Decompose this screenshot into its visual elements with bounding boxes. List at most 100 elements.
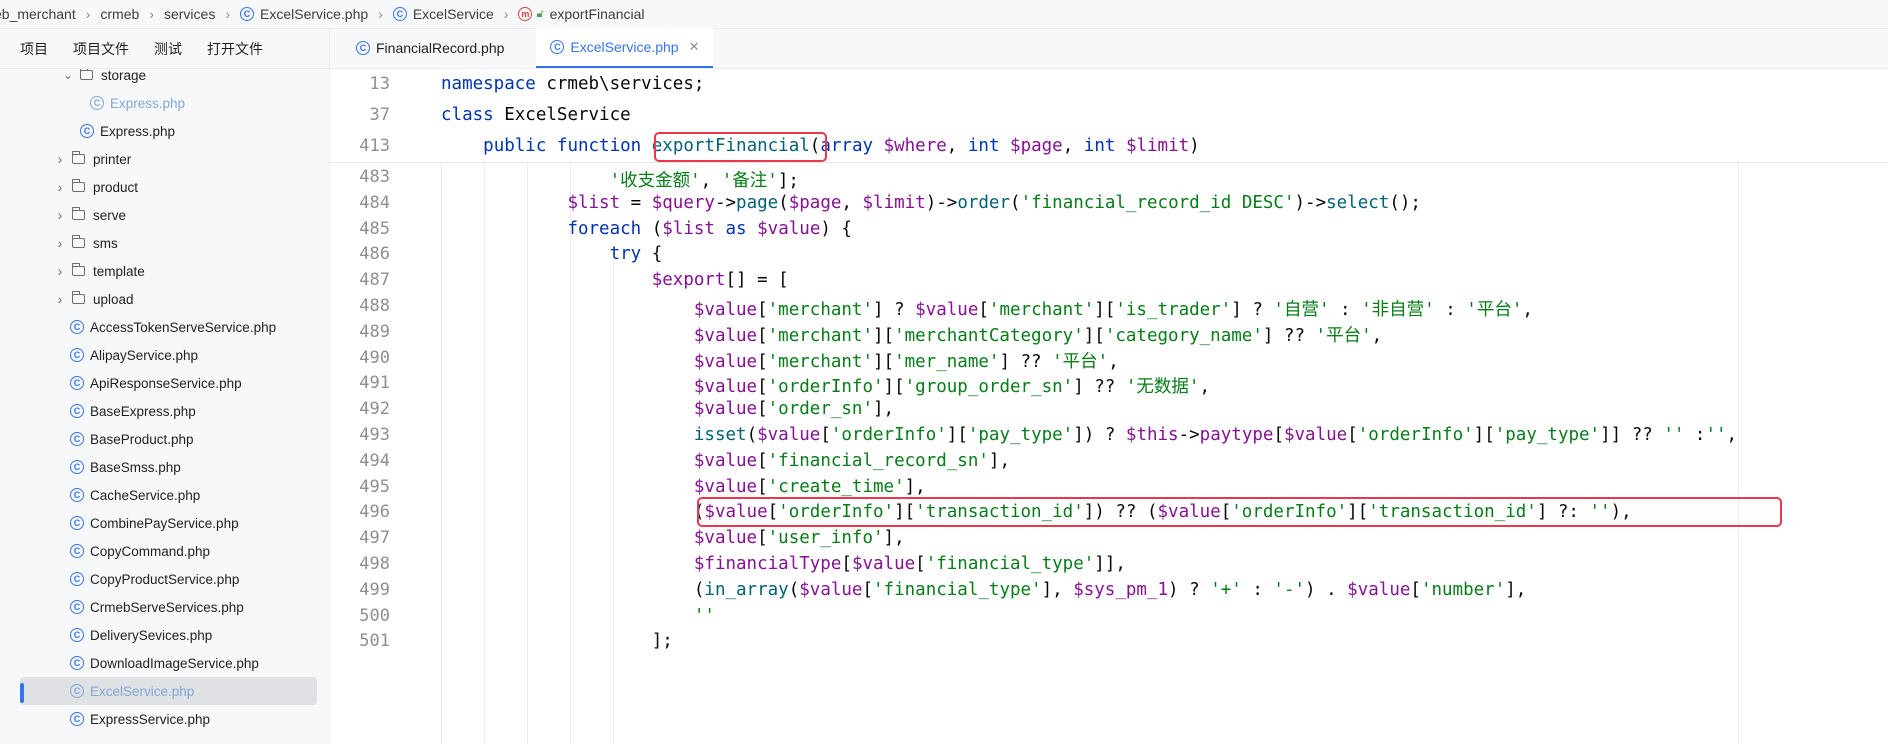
- tree-item[interactable]: C BaseExpress.php: [0, 397, 329, 425]
- tree-item[interactable]: C ApiResponseService.php: [0, 369, 329, 397]
- tree-item[interactable]: C AccessTokenServeService.php: [0, 313, 329, 341]
- line-number: 13: [369, 74, 390, 94]
- editor-tabs: C FinancialRecord.php C ExcelService.php…: [330, 28, 1888, 69]
- sidebar-tab-tests[interactable]: 测试: [154, 39, 182, 59]
- tree-item-label: product: [93, 179, 139, 195]
- line-number: 485: [359, 218, 390, 239]
- code-line: namespace crmeb\services;: [441, 74, 705, 94]
- chevron-right-icon: ›: [378, 6, 383, 22]
- tree-item-label: BaseSmss.php: [90, 459, 181, 475]
- tree-item[interactable]: C CopyCommand.php: [0, 537, 329, 565]
- breadcrumb-item-file[interactable]: C ExcelService.php ›: [240, 6, 393, 22]
- chevron-right-icon[interactable]: ›: [54, 179, 66, 195]
- chevron-right-icon[interactable]: ›: [54, 235, 66, 251]
- folder-icon: [71, 291, 85, 304]
- folder-icon: [71, 263, 85, 276]
- breadcrumb-item-crmeb[interactable]: crmeb ›: [100, 6, 164, 22]
- code-line: $financialType[$value['financial_type']]…: [693, 554, 1126, 574]
- editor-tab-financialrecord[interactable]: C FinancialRecord.php: [342, 28, 518, 68]
- breadcrumb-label: services: [163, 6, 216, 22]
- code-line: foreach ($list as $value) {: [567, 218, 852, 239]
- public-access-icon: 🔓︎: [536, 7, 544, 20]
- class-icon: C: [392, 7, 407, 21]
- line-number: 489: [359, 321, 390, 342]
- tree-item-label: Express.php: [110, 95, 186, 111]
- tree-item[interactable]: C ExpressService.php: [0, 705, 329, 733]
- tree-item[interactable]: C Express.php: [0, 117, 329, 145]
- project-tree: ⌄ storage C Express.php C Express.php › printer…: [0, 69, 329, 744]
- tree-item[interactable]: C Express.php: [0, 89, 329, 117]
- tree-item-label: CacheService.php: [90, 487, 201, 503]
- tree-item-label: AlipayService.php: [90, 347, 199, 363]
- code-line: try {: [609, 244, 663, 265]
- chevron-right-icon: ›: [85, 6, 91, 22]
- tree-item[interactable]: C CacheService.php: [0, 481, 329, 509]
- tree-item[interactable]: › sms: [0, 229, 329, 257]
- tree-item[interactable]: C DownloadImageService.php: [0, 649, 329, 677]
- tree-item-label: BaseProduct.php: [90, 431, 194, 447]
- code-line: $value['user_info'],: [693, 528, 905, 549]
- tree-item[interactable]: C BaseProduct.php: [0, 425, 329, 453]
- php-class-icon: C: [70, 600, 84, 614]
- tree-item-label: Express.php: [100, 123, 176, 139]
- chevron-right-icon[interactable]: ›: [54, 151, 66, 167]
- php-class-icon: C: [70, 656, 84, 670]
- breadcrumb-item-class[interactable]: C ExcelService ›: [392, 6, 519, 22]
- tree-item-label: CopyProductService.php: [90, 571, 240, 587]
- breadcrumb-item-module[interactable]: eb_merchant ›: [0, 6, 100, 22]
- chevron-down-icon[interactable]: ⌄: [62, 69, 74, 82]
- tree-item[interactable]: C DeliverySevices.php: [0, 621, 329, 649]
- chevron-right-icon[interactable]: ›: [54, 291, 66, 307]
- code-line: isset($value['orderInfo']['pay_type']) ?…: [693, 425, 1738, 445]
- tree-item[interactable]: C BaseSmss.php: [0, 453, 329, 481]
- tree-item-label: ExpressService.php: [90, 711, 211, 727]
- php-class-icon: C: [70, 488, 84, 502]
- line-number: 491: [359, 373, 390, 394]
- tree-item[interactable]: › product: [0, 173, 329, 201]
- tree-item[interactable]: › upload: [0, 285, 329, 313]
- sidebar-tab-project-files[interactable]: 项目文件: [73, 39, 129, 59]
- tree-item-label: CopyCommand.php: [90, 543, 211, 559]
- tree-item-label: ExcelService.php: [90, 683, 195, 699]
- line-number: 496: [359, 502, 390, 523]
- line-number: 487: [359, 270, 390, 291]
- line-number: 497: [359, 528, 390, 549]
- breadcrumb-item-method[interactable]: m 🔓︎ exportFinancial: [518, 6, 645, 22]
- folder-icon: [71, 235, 85, 248]
- code-editor[interactable]: 483 '收支金额', '备注']; 484 $list = $query->pa…: [330, 69, 1888, 744]
- right-margin-guide: [1738, 162, 1739, 744]
- editor-tab-excelservice[interactable]: C ExcelService.php ✕: [536, 28, 714, 68]
- close-icon[interactable]: ✕: [689, 39, 700, 55]
- tree-item[interactable]: › template: [0, 257, 329, 285]
- tree-item[interactable]: C AlipayService.php: [0, 341, 329, 369]
- php-class-icon: C: [70, 684, 84, 698]
- tree-item-label: storage: [101, 69, 147, 83]
- chevron-right-icon: ›: [149, 6, 154, 22]
- tab-label: FinancialRecord.php: [376, 40, 505, 56]
- php-class-icon: C: [70, 376, 84, 390]
- tree-item[interactable]: › printer: [0, 145, 329, 173]
- breadcrumb-item-services[interactable]: services ›: [164, 6, 240, 22]
- project-sidebar: 项目 项目文件 测试 打开文件 ⌄ storage C Express.php C Exp…: [0, 29, 330, 744]
- sidebar-tab-open-files[interactable]: 打开文件: [207, 39, 263, 59]
- tree-item[interactable]: C CombinePayService.php: [0, 509, 329, 537]
- tree-item[interactable]: › serve: [0, 201, 329, 229]
- code-line: $value['merchant']['merchantCategory']['…: [693, 325, 1383, 346]
- tree-item-label: DownloadImageService.php: [90, 655, 259, 671]
- chevron-right-icon[interactable]: ›: [54, 263, 66, 279]
- tree-item[interactable]: ⌄ storage: [0, 69, 329, 89]
- php-class-icon: C: [70, 516, 84, 530]
- chevron-right-icon: ›: [225, 6, 230, 22]
- tree-item[interactable]: C CrmebServeServices.php: [0, 593, 329, 621]
- folder-icon: [71, 207, 85, 220]
- sidebar-tab-project[interactable]: 项目: [20, 39, 48, 59]
- tree-item[interactable]: C CopyProductService.php: [0, 565, 329, 593]
- tree-item[interactable]: C ExcelService.php: [20, 677, 317, 705]
- code-line: ];: [441, 631, 673, 652]
- line-number: 37: [369, 105, 390, 125]
- code-line: $value['financial_record_sn'],: [693, 450, 1010, 471]
- line-number: 490: [359, 347, 390, 368]
- code-line: $value['orderInfo']['group_order_sn'] ??…: [693, 377, 1211, 398]
- method-icon: m: [518, 7, 533, 21]
- chevron-right-icon[interactable]: ›: [54, 207, 66, 223]
